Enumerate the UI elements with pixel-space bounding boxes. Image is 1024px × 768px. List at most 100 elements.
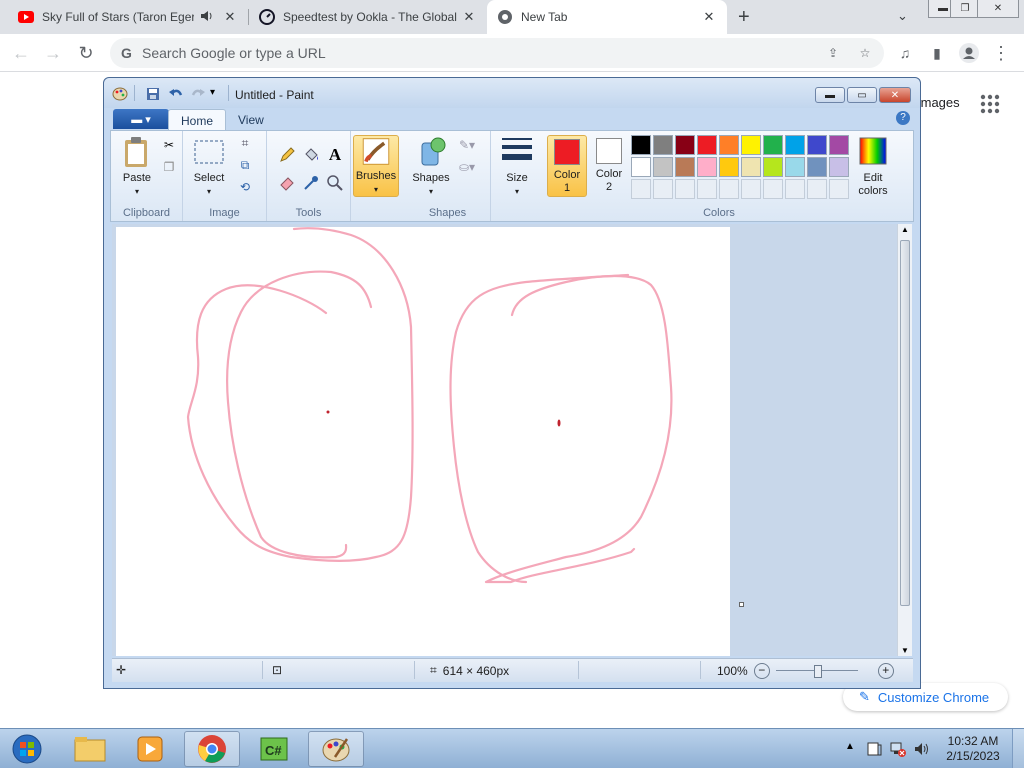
custom-color-slot[interactable]	[807, 179, 827, 199]
network-icon[interactable]	[890, 741, 906, 757]
paint-minimize-button[interactable]: ▬	[815, 87, 845, 103]
csharp-icon[interactable]: C#	[246, 731, 302, 767]
apps-grid-icon[interactable]	[979, 93, 1001, 115]
canvas-resize-handle[interactable]	[739, 602, 744, 607]
vertical-scrollbar[interactable]: ▲ ▼	[897, 224, 912, 656]
address-input[interactable]	[142, 38, 792, 68]
custom-color-slot[interactable]	[675, 179, 695, 199]
palette-swatch[interactable]	[719, 135, 739, 155]
tab-home[interactable]: Home	[168, 109, 227, 130]
speaker-icon[interactable]	[200, 10, 216, 25]
palette-swatch[interactable]	[741, 135, 761, 155]
profile-avatar[interactable]	[958, 42, 980, 64]
custom-color-slot[interactable]	[631, 179, 651, 199]
palette-swatch[interactable]	[631, 135, 651, 155]
paint-app-icon[interactable]	[112, 87, 128, 101]
help-icon[interactable]: ?	[896, 111, 910, 125]
tab-view[interactable]: View	[226, 109, 276, 130]
start-button[interactable]	[2, 731, 52, 767]
zoom-in-icon[interactable]: +	[877, 663, 894, 679]
custom-color-slot[interactable]	[763, 179, 783, 199]
outline-icon[interactable]: ✎▾	[457, 135, 477, 155]
custom-color-slot[interactable]	[785, 179, 805, 199]
side-panel-icon[interactable]: ▮	[926, 42, 948, 64]
menu-icon[interactable]: ⋮	[990, 42, 1012, 64]
palette-swatch[interactable]	[675, 135, 695, 155]
paste-button[interactable]: Paste ▾	[117, 135, 157, 198]
custom-color-slot[interactable]	[653, 179, 673, 199]
edit-colors-button[interactable]: Edit colors	[853, 135, 893, 198]
paint-maximize-button[interactable]: ▭	[847, 87, 877, 103]
palette-swatch[interactable]	[675, 157, 695, 177]
brushes-button[interactable]: Brushes ▾	[353, 135, 399, 197]
customize-qat-icon[interactable]: ▾	[210, 87, 226, 101]
cut-icon[interactable]: ✂	[159, 135, 179, 155]
zoom-slider[interactable]	[775, 664, 858, 678]
palette-swatch[interactable]	[785, 157, 805, 177]
palette-swatch[interactable]	[741, 157, 761, 177]
scroll-down-icon[interactable]: ▼	[901, 646, 909, 655]
action-center-icon[interactable]	[866, 741, 882, 757]
palette-swatch[interactable]	[697, 135, 717, 155]
bookmark-star-icon[interactable]: ☆	[856, 44, 874, 62]
undo-icon[interactable]	[168, 87, 184, 101]
magnifier-icon[interactable]	[325, 173, 345, 193]
tab-speedtest[interactable]: Speedtest by Ookla - The Global ✕	[249, 0, 487, 34]
resize-icon[interactable]: ⧉	[235, 155, 255, 175]
palette-swatch[interactable]	[653, 157, 673, 177]
media-player-icon[interactable]	[122, 731, 178, 767]
volume-icon[interactable]	[914, 741, 930, 757]
share-icon[interactable]: ⇪	[824, 44, 842, 62]
scroll-up-icon[interactable]: ▲	[901, 225, 909, 234]
media-control-icon[interactable]: ♫	[894, 42, 916, 64]
save-icon[interactable]	[146, 87, 162, 101]
redo-icon[interactable]	[190, 87, 206, 101]
copy-icon[interactable]: ❐	[159, 157, 179, 177]
show-desktop-button[interactable]	[1012, 729, 1024, 768]
palette-swatch[interactable]	[763, 135, 783, 155]
color2-button[interactable]: Color 2	[589, 135, 629, 197]
palette-swatch[interactable]	[631, 157, 651, 177]
system-clock[interactable]: 10:32 AM 2/15/2023	[942, 734, 1004, 764]
images-link[interactable]: Images	[917, 95, 960, 110]
close-icon[interactable]: ✕	[701, 9, 717, 25]
tab-search-icon[interactable]: ⌄	[897, 8, 908, 24]
tab-youtube[interactable]: Sky Full of Stars (Taron Egerto ✕	[8, 0, 248, 34]
color1-button[interactable]: Color 1	[547, 135, 587, 197]
eraser-icon[interactable]	[277, 173, 297, 193]
back-button[interactable]: ←	[10, 42, 32, 64]
omnibox[interactable]: G ⇪ ☆	[110, 38, 884, 68]
palette-swatch[interactable]	[785, 135, 805, 155]
custom-color-slot[interactable]	[719, 179, 739, 199]
text-tool-icon[interactable]: A	[325, 145, 345, 165]
chrome-taskbar-icon[interactable]	[184, 731, 240, 767]
show-hidden-icons[interactable]: ▲	[845, 741, 861, 757]
pencil-icon[interactable]	[277, 145, 297, 165]
palette-swatch[interactable]	[829, 135, 849, 155]
palette-swatch[interactable]	[763, 157, 783, 177]
paint-taskbar-icon[interactable]	[308, 731, 364, 767]
palette-swatch[interactable]	[807, 157, 827, 177]
paint-file-menu-button[interactable]: ▬ ▾	[113, 109, 169, 129]
reload-button[interactable]: ↻	[75, 42, 97, 64]
tab-new-tab[interactable]: New Tab ✕	[487, 0, 727, 34]
close-icon[interactable]: ✕	[222, 9, 238, 25]
rotate-icon[interactable]: ⟲	[235, 177, 255, 197]
custom-color-slot[interactable]	[829, 179, 849, 199]
shapes-button[interactable]: Shapes ▾	[409, 135, 453, 198]
palette-swatch[interactable]	[653, 135, 673, 155]
color-picker-icon[interactable]	[301, 173, 321, 193]
zoom-out-icon[interactable]: −	[753, 663, 770, 679]
file-explorer-icon[interactable]	[62, 731, 118, 767]
scroll-thumb[interactable]	[900, 240, 910, 606]
restore-button[interactable]: ❐	[950, 0, 980, 18]
paint-close-button[interactable]: ✕	[879, 87, 911, 103]
palette-swatch[interactable]	[807, 135, 827, 155]
palette-swatch[interactable]	[829, 157, 849, 177]
select-button[interactable]: Select ▾	[189, 135, 229, 198]
drawing-canvas[interactable]	[116, 227, 730, 656]
new-tab-button[interactable]: +	[738, 6, 750, 29]
fill-bucket-icon[interactable]	[301, 145, 321, 165]
close-window-button[interactable]: ✕	[977, 0, 1019, 18]
palette-swatch[interactable]	[697, 157, 717, 177]
